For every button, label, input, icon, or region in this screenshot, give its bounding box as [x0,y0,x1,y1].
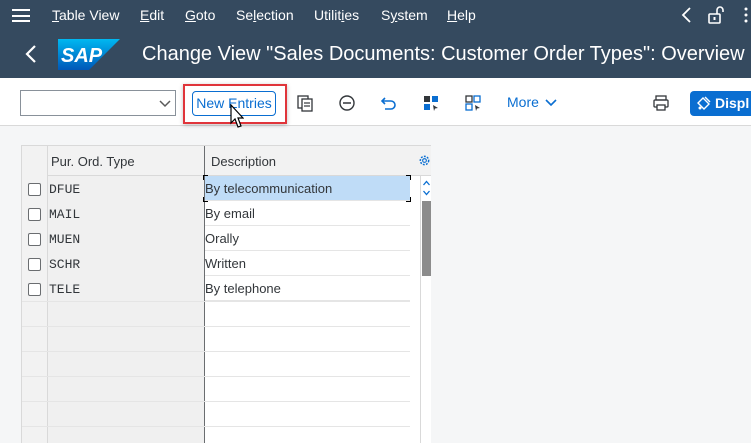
menu-selection[interactable]: Selection [236,7,294,23]
row-select-checkbox[interactable] [28,283,41,296]
chevron-down-icon[interactable] [159,97,171,109]
back-icon[interactable] [24,44,38,64]
description-cell[interactable]: Orally [205,226,410,251]
delete-icon[interactable] [338,94,356,112]
svg-text:SAP: SAP [61,45,103,67]
vertical-scrollbar[interactable] [420,176,431,443]
empty-row-line [22,301,410,302]
row-key: DFUE [49,182,81,197]
print-icon[interactable] [652,94,670,112]
select-block-icon[interactable] [422,94,440,112]
scroll-arrows-icon[interactable] [422,179,431,197]
row-select-checkbox[interactable] [28,183,41,196]
row-key: SCHR [49,257,81,272]
menu-table-view[interactable]: Table View [52,7,119,23]
row-select-checkbox[interactable] [28,208,41,221]
menu-bar: Table View Edit Goto Selection Utilities… [0,0,751,30]
menu-goto[interactable]: Goto [185,7,215,23]
more-vertical-icon[interactable] [740,6,751,24]
description-cell[interactable]: By email [205,201,410,226]
description-cell[interactable]: Written [205,251,410,276]
row-select-checkbox[interactable] [28,258,41,271]
focus-corner [406,175,411,180]
chevron-down-icon[interactable] [545,99,557,107]
unlock-icon[interactable] [706,5,726,25]
focus-corner [203,175,208,180]
row-key: TELE [49,282,81,297]
menu-help[interactable]: Help [447,7,476,23]
empty-row-line [22,376,410,377]
copy-icon[interactable] [296,94,314,112]
empty-row-line [22,401,410,402]
sap-logo: SAP [58,39,120,70]
row-key: MUEN [49,232,81,247]
back-icon[interactable] [680,6,694,24]
page-title: Change View "Sales Documents: Customer O… [142,43,745,65]
toolbar: New Entries More Displ [0,78,751,126]
description-cell[interactable]: By telephone [205,276,410,301]
column-header-key[interactable]: Pur. Ord. Type [48,146,204,176]
menu-utilities[interactable]: Utilities [314,7,359,23]
select-all-icon[interactable] [464,94,482,112]
row-select-checkbox[interactable] [28,233,41,246]
undo-icon[interactable] [380,94,398,112]
menu-icon[interactable] [12,9,30,22]
title-bar: SAP Change View "Sales Documents: Custom… [0,30,751,78]
empty-row-line [22,326,410,327]
more-button[interactable]: More [507,94,539,110]
mouse-pointer-icon [230,104,244,128]
menu-system[interactable]: System [381,7,428,23]
command-field[interactable] [20,90,176,116]
scrollbar-thumb[interactable] [422,201,431,276]
menu-edit[interactable]: Edit [140,7,164,23]
table-settings-icon[interactable] [418,154,431,167]
column-header-description[interactable]: Description [205,146,420,176]
display-label: Displ [715,95,750,111]
display-button[interactable]: Displ [690,91,751,116]
description-cell[interactable]: By telecommunication [205,176,410,201]
row-key: MAIL [49,207,81,222]
empty-row-line [22,351,410,352]
empty-row-line [22,426,410,427]
data-table: Pur. Ord. Type Description DFUE By telec… [21,145,431,443]
display-icon [697,96,711,110]
